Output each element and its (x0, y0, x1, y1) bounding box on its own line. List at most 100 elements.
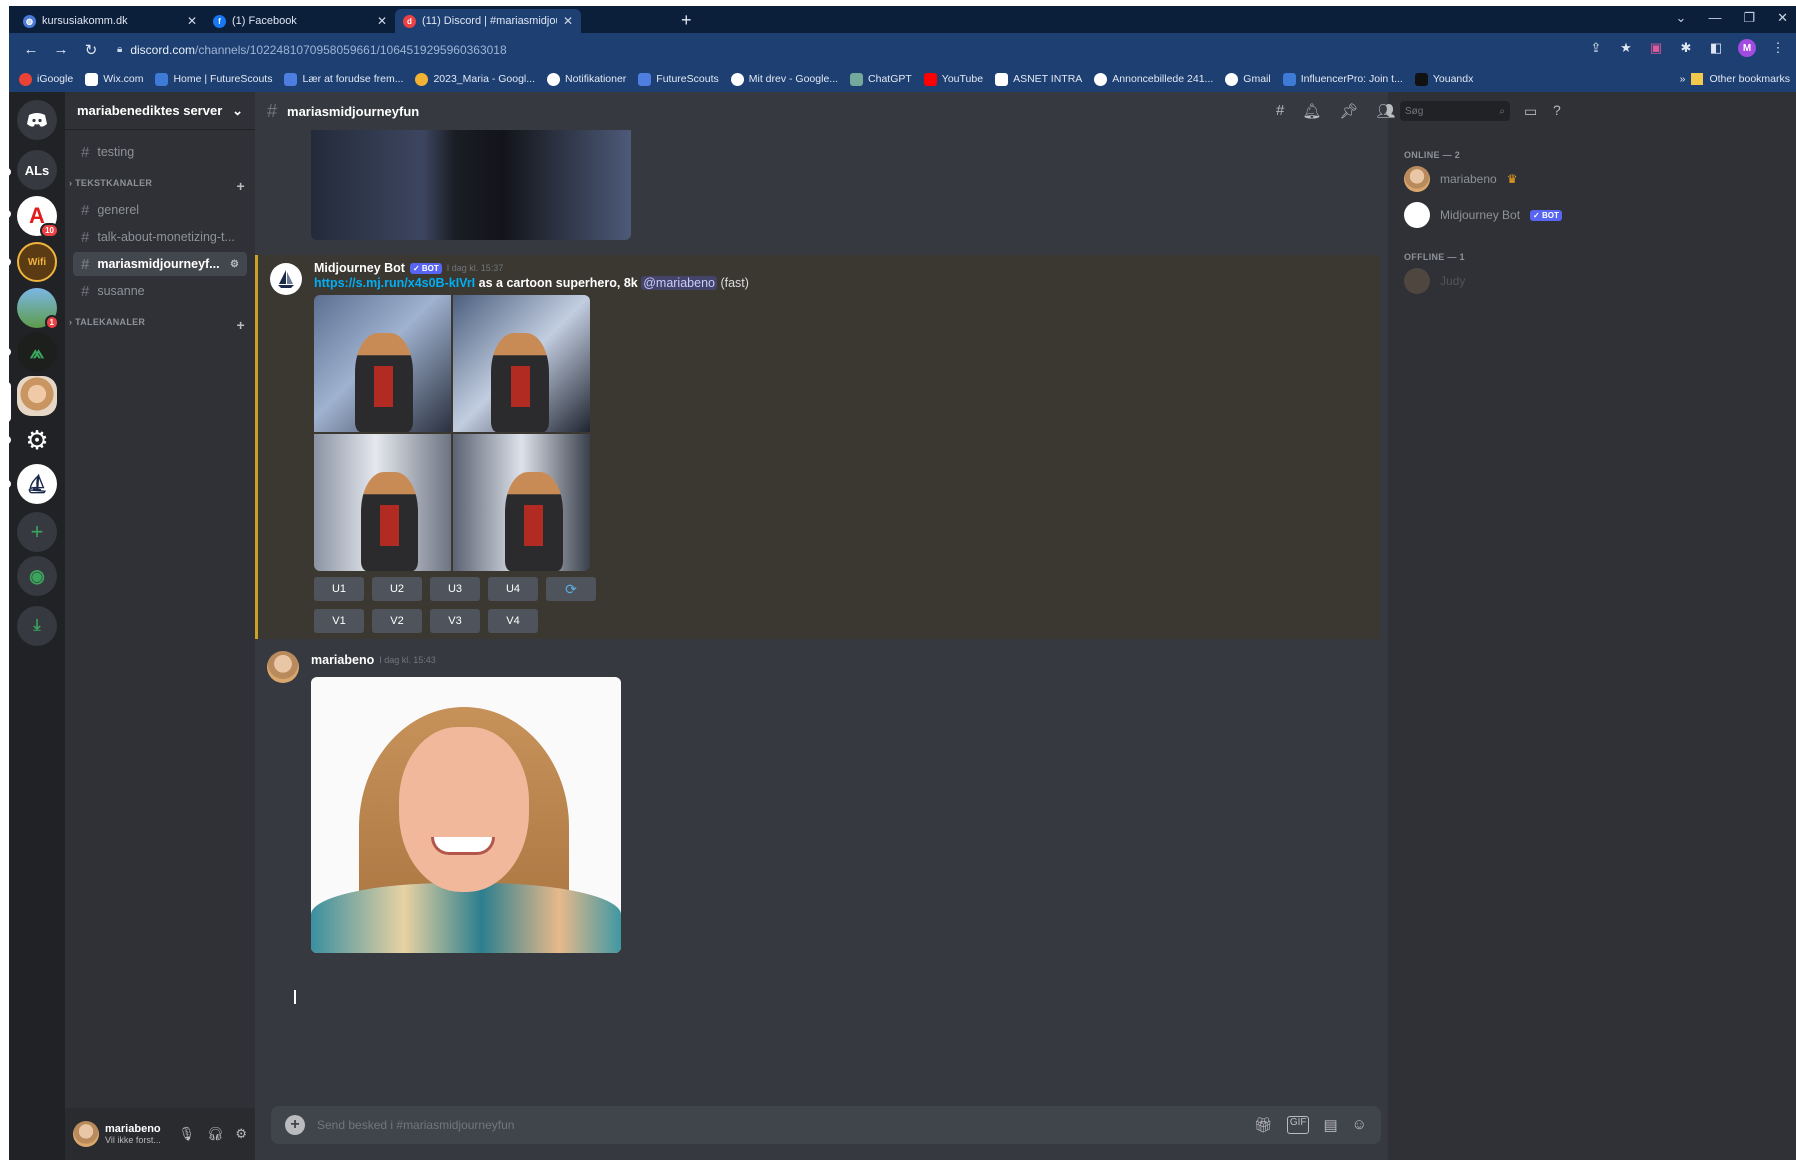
message-composer[interactable]: + Send besked i #mariasmidjourneyfun 🎁︎ … (271, 1106, 1381, 1144)
other-bookmarks[interactable]: » Other bookmarks (1680, 66, 1790, 92)
add-attachment-icon[interactable]: + (285, 1115, 305, 1135)
image-grid[interactable] (314, 295, 590, 571)
bookmark-item[interactable]: Annoncebillede 241... (1094, 72, 1213, 86)
channel-mariasmidjourneyfun[interactable]: # mariasmidjourneyf... ⚙ (73, 252, 247, 276)
invite-gear-icon[interactable]: ⚙ (230, 259, 239, 270)
bookmark-item[interactable]: InfluencerPro: Join t... (1282, 72, 1403, 86)
channel-talk-about-monetizing[interactable]: # talk-about-monetizing-t... (73, 225, 247, 249)
add-server-icon[interactable]: + (17, 512, 57, 552)
bell-icon[interactable]: 🔔︎ (1302, 102, 1321, 120)
tab-facebook[interactable]: f (1) Facebook ✕ (205, 9, 395, 33)
sticker-icon[interactable]: ▤ (1323, 1116, 1337, 1134)
server-header[interactable]: mariabenediktes server ⌄ (65, 92, 255, 130)
member-judy[interactable]: Judy (1404, 268, 1465, 294)
grid-image-2[interactable] (453, 295, 590, 432)
tab-kursusiakomm[interactable]: ◍ kursusiakomm.dk ✕ (15, 9, 205, 33)
new-tab-button[interactable]: + (681, 10, 692, 31)
share-icon[interactable]: ⇪ (1588, 40, 1604, 56)
grid-image-3[interactable] (314, 434, 451, 571)
tab-search-icon[interactable]: ⌄ (1676, 10, 1687, 26)
reload-icon[interactable]: ↻ (83, 41, 99, 59)
bookmark-item[interactable]: Wix.com (85, 72, 143, 86)
bookmark-item[interactable]: Home | FutureScouts (155, 72, 272, 86)
refresh-icon[interactable]: ⟳ (546, 577, 596, 601)
grid-image-1[interactable] (314, 295, 451, 432)
guild-als[interactable]: ALs (17, 150, 57, 190)
message-input[interactable]: Send besked i #mariasmidjourneyfun (317, 1118, 1254, 1132)
maximize-icon[interactable]: ❐ (1743, 10, 1755, 26)
v1-button[interactable]: V1 (314, 609, 364, 633)
grid-image-4[interactable] (453, 434, 590, 571)
extension-icon[interactable]: ▣ (1648, 40, 1664, 56)
help-icon[interactable]: ? (1553, 102, 1561, 118)
inbox-icon[interactable]: ▭ (1524, 103, 1537, 120)
pin-icon[interactable]: 📌︎ (1339, 102, 1358, 120)
v3-button[interactable]: V3 (430, 609, 480, 633)
close-tab-icon[interactable]: ✕ (187, 14, 197, 28)
minimize-icon[interactable]: — (1708, 10, 1721, 26)
member-midjourney-bot[interactable]: Midjourney Bot ✓ BOT (1404, 202, 1562, 228)
v4-button[interactable]: V4 (488, 609, 538, 633)
midjourney-avatar[interactable] (270, 263, 302, 295)
tab-discord[interactable]: d (11) Discord | #mariasmidjourne... ✕ (395, 9, 581, 33)
message-author[interactable]: mariabeno (311, 653, 374, 667)
avatar[interactable] (73, 1121, 99, 1147)
openai-icon[interactable]: ⚙︎ (17, 420, 57, 460)
sidepanel-icon[interactable]: ◧ (1708, 40, 1724, 56)
emoji-icon[interactable]: ☺ (1352, 1116, 1367, 1134)
u4-button[interactable]: U4 (488, 577, 538, 601)
puzzle-icon[interactable]: ✱ (1678, 40, 1694, 56)
bookmark-item[interactable]: ChatGPT (850, 72, 912, 86)
v2-button[interactable]: V2 (372, 609, 422, 633)
u1-button[interactable]: U1 (314, 577, 364, 601)
microphone-icon[interactable]: 🎙︎ (178, 1126, 195, 1142)
add-channel-icon[interactable]: + (237, 317, 245, 333)
discord-home-button[interactable] (17, 100, 57, 140)
guild-mariabenediktes[interactable] (17, 376, 57, 416)
settings-gear-icon[interactable]: ⚙ (235, 1126, 247, 1142)
u3-button[interactable]: U3 (430, 577, 480, 601)
midjourney-boat-icon[interactable]: ⛵︎ (17, 464, 57, 504)
bookmark-item[interactable]: 2023_Maria - Googl... (415, 72, 535, 86)
bookmark-item[interactable]: Gmail (1225, 72, 1271, 86)
forward-icon[interactable]: → (53, 41, 69, 58)
gift-icon[interactable]: 🎁︎ (1254, 1116, 1273, 1134)
category-talekanaler[interactable]: › TALEKANALER + (69, 317, 249, 333)
back-icon[interactable]: ← (23, 41, 39, 58)
search-input[interactable]: Søg ⌕ (1400, 101, 1510, 121)
user-mention[interactable]: @mariabeno (641, 276, 717, 290)
members-icon[interactable]: 👥︎ (1376, 102, 1395, 120)
bookmark-item[interactable]: Youandx (1414, 72, 1473, 86)
guild-landscape[interactable]: 1 (17, 288, 59, 330)
portrait-image-attachment[interactable] (311, 677, 621, 953)
guild-wifi[interactable]: Wifi (17, 242, 57, 282)
avatar[interactable] (267, 651, 299, 683)
channel-testing[interactable]: # testing (73, 140, 247, 164)
explore-compass-icon[interactable]: ◉ (17, 556, 57, 596)
previous-image-attachment[interactable] (311, 130, 631, 240)
guild-red-a[interactable]: A 10 (17, 196, 59, 238)
bookmark-item[interactable]: Notifikationer (547, 72, 626, 86)
close-window-icon[interactable]: ✕ (1777, 10, 1788, 26)
profile-avatar[interactable]: M (1738, 39, 1756, 57)
bookmark-star-icon[interactable]: ★ (1618, 40, 1634, 56)
guild-dark[interactable]: ⩕ (17, 332, 57, 372)
gif-icon[interactable]: GIF (1286, 1116, 1310, 1134)
bookmark-item[interactable]: FutureScouts (638, 72, 719, 86)
headphones-icon[interactable]: 🎧︎ (207, 1126, 224, 1142)
bookmark-item[interactable]: iGoogle (19, 72, 73, 86)
u2-button[interactable]: U2 (372, 577, 422, 601)
message-author[interactable]: Midjourney Bot (314, 261, 405, 275)
download-icon[interactable]: ⤓ (17, 606, 57, 646)
channel-susanne[interactable]: # susanne (73, 279, 247, 303)
prompt-link[interactable]: https://s.mj.run/x4s0B-kIVrI (314, 276, 475, 290)
channel-generel[interactable]: # generel (73, 198, 247, 222)
close-tab-icon[interactable]: ✕ (377, 14, 387, 28)
threads-icon[interactable]: # (1276, 102, 1284, 120)
menu-kebab-icon[interactable]: ⋮ (1770, 40, 1786, 56)
category-tekstkanaler[interactable]: › TEKSTKANALER + (69, 178, 249, 194)
close-tab-icon[interactable]: ✕ (563, 14, 573, 28)
member-mariabeno[interactable]: mariabeno ♛ (1404, 166, 1517, 192)
add-channel-icon[interactable]: + (237, 178, 245, 194)
bookmark-item[interactable]: Lær at forudse frem... (284, 72, 403, 86)
